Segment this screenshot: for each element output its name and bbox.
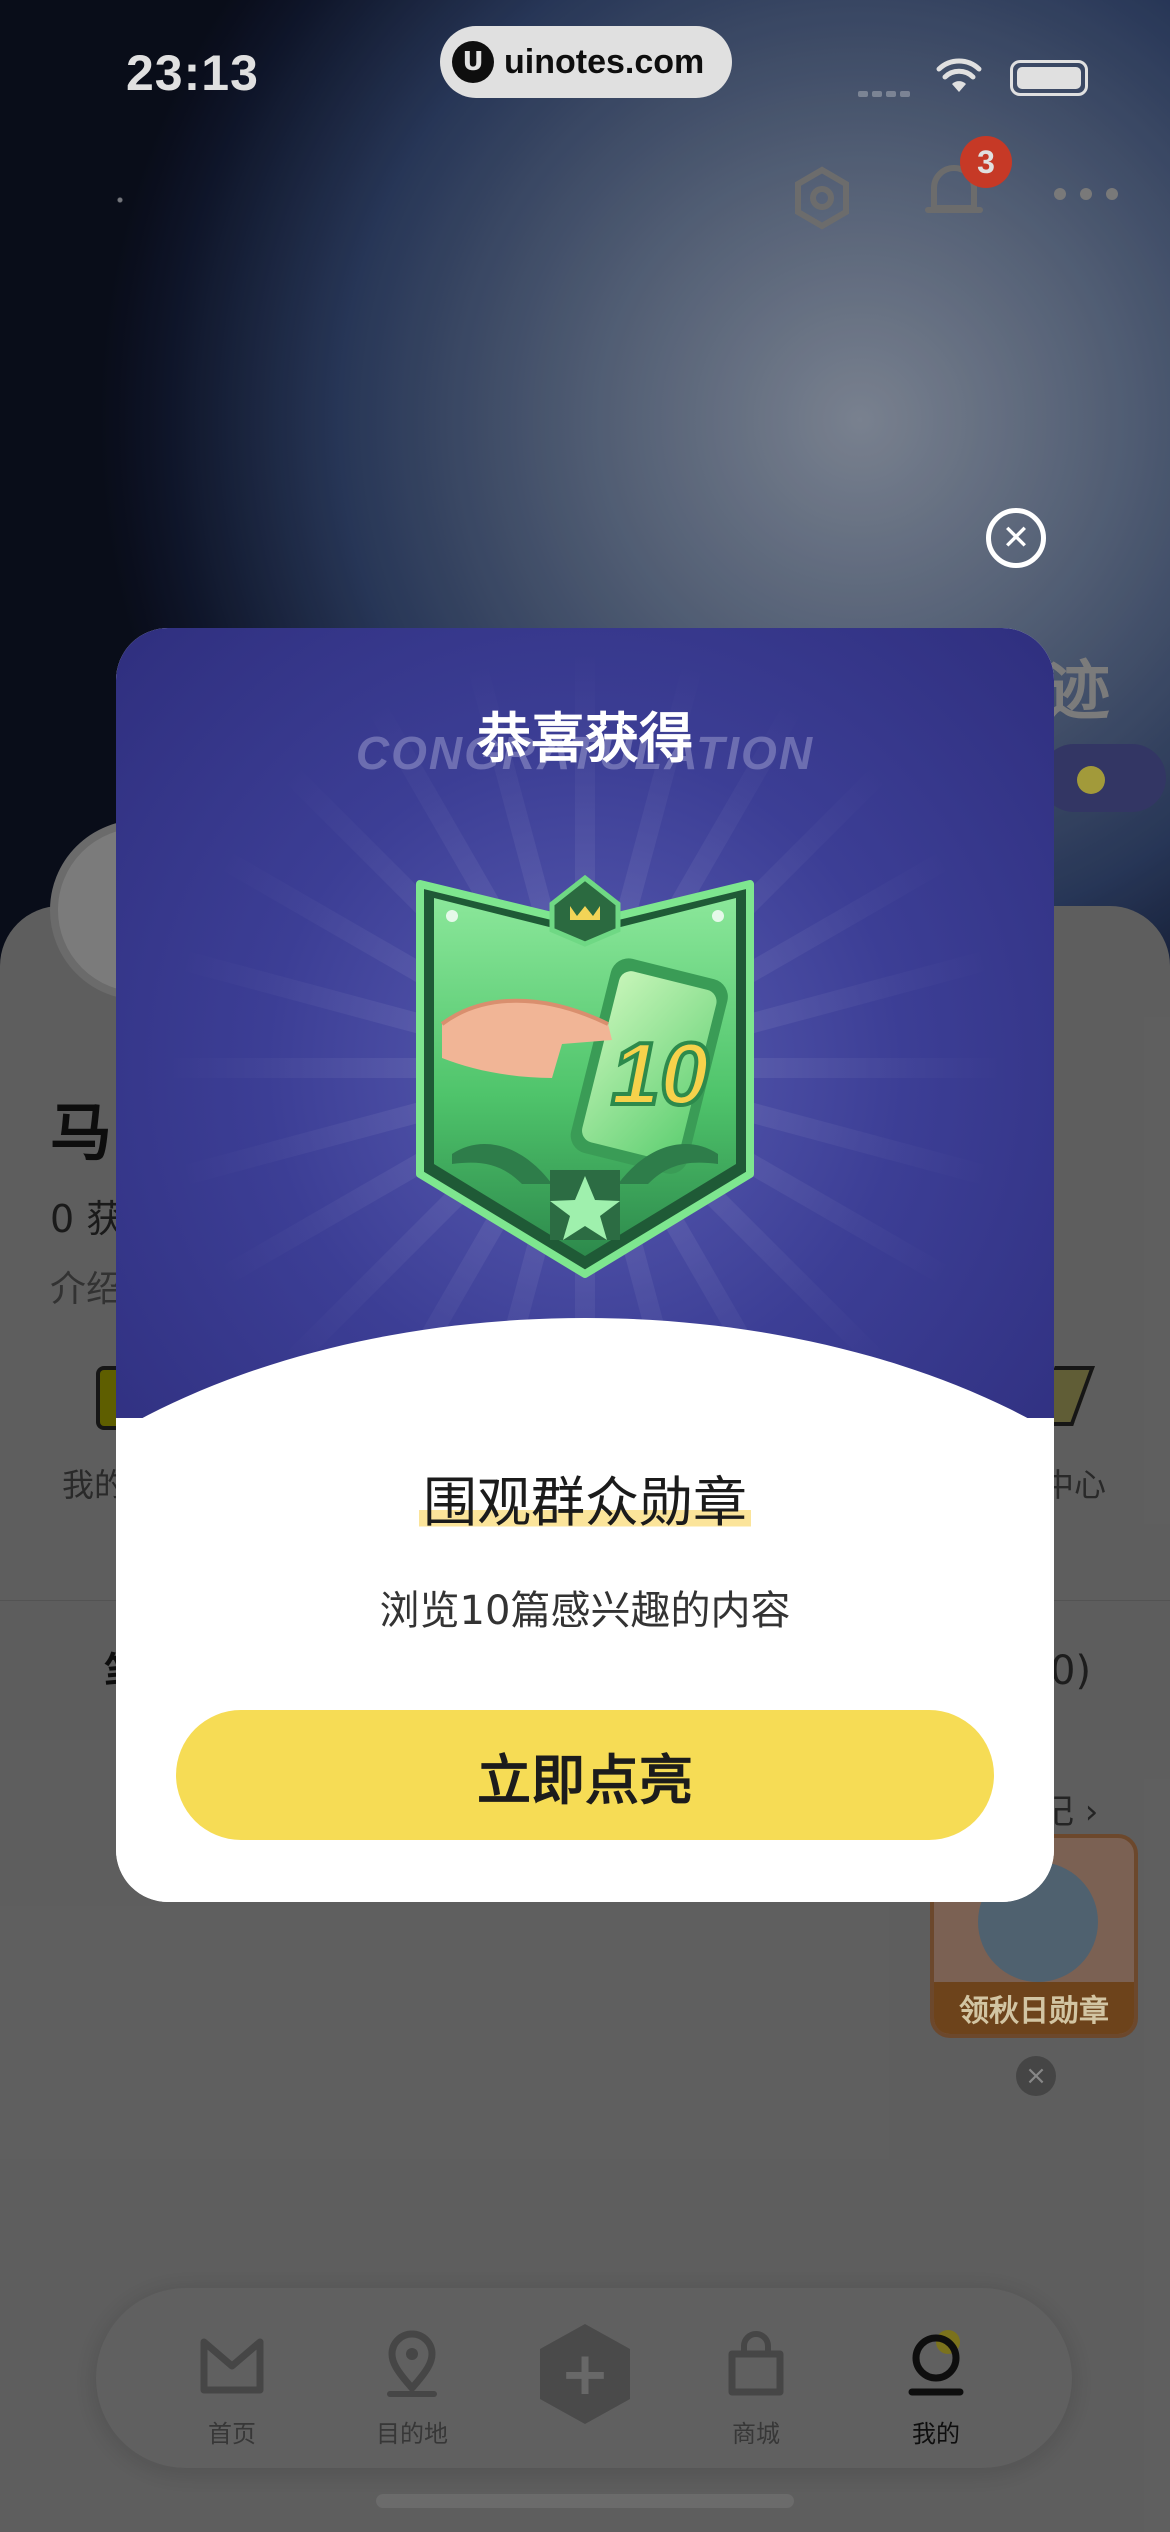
close-icon[interactable]: ✕ — [986, 508, 1046, 568]
medal-name: 围观群众勋章 — [116, 1458, 1054, 1537]
light-up-button[interactable]: 立即点亮 — [176, 1710, 994, 1840]
medal-badge-image: 10 — [416, 874, 754, 1278]
modal-title: 恭喜获得 — [477, 707, 693, 770]
medal-description: 浏览10篇感兴趣的内容 — [379, 1588, 791, 1634]
achievement-modal: CONGRATULATION 恭喜获得 10 围观群众勋章 浏览10篇感兴趣的内… — [116, 628, 1054, 1902]
svg-text:10: 10 — [611, 1024, 709, 1123]
